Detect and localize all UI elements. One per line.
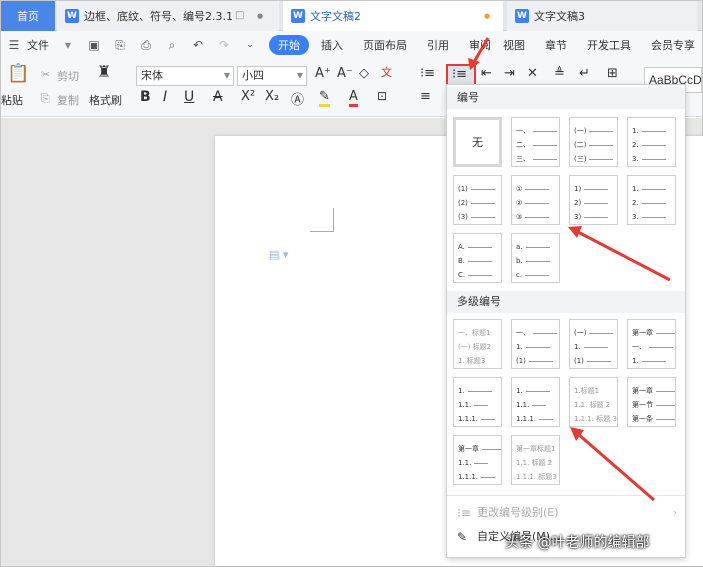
arrow-to-numbering-button <box>472 37 490 63</box>
watermark: 头条 @叶老师的编辑部 <box>505 535 650 551</box>
arrow-to-numbering-list <box>577 230 671 282</box>
annotation-arrows <box>468 37 671 502</box>
arrow-to-multilevel-list <box>577 432 655 502</box>
